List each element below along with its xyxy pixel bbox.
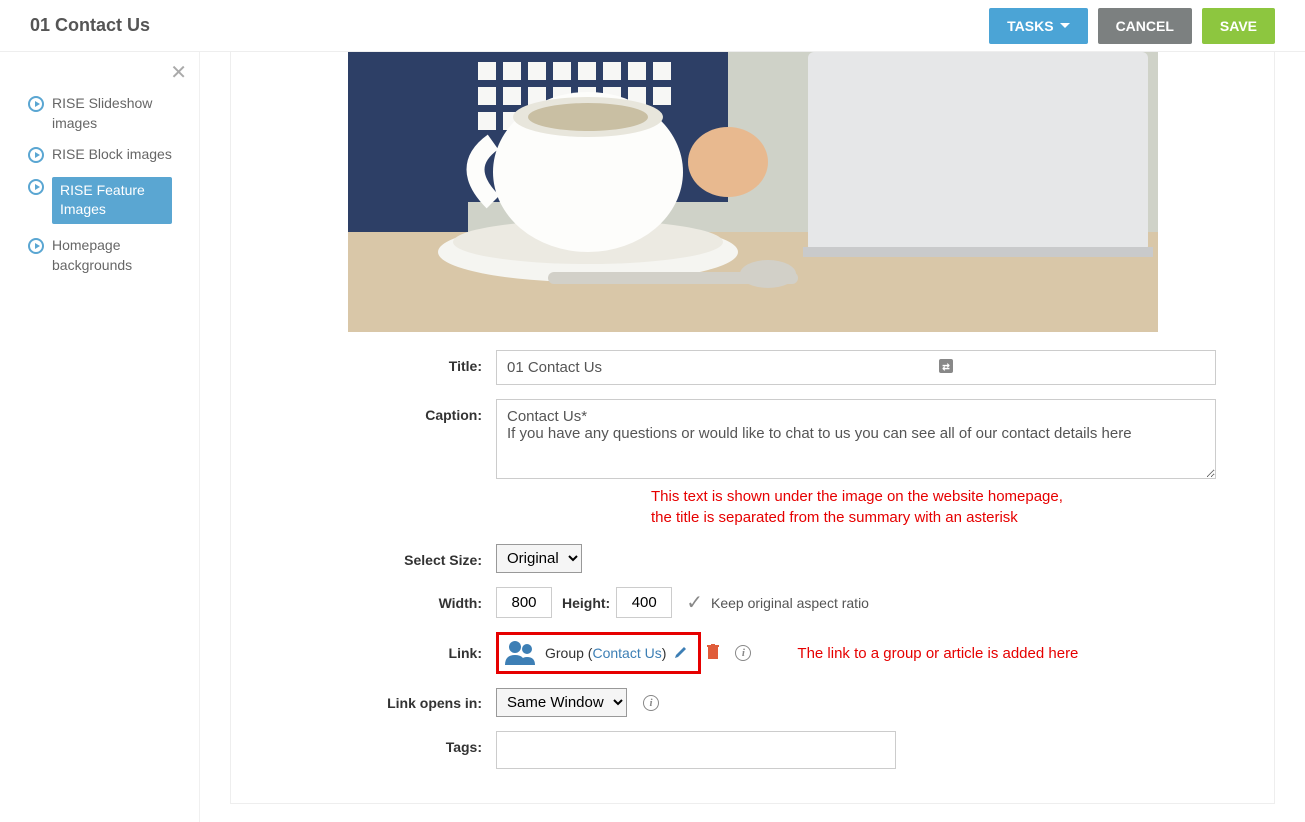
label-tags: Tags: — [241, 731, 496, 755]
caption-annotation: This text is shown under the image on th… — [651, 486, 1274, 528]
tasks-button-label: TASKS — [1007, 18, 1053, 34]
label-height: Height: — [562, 595, 610, 611]
label-link: Link: — [241, 645, 496, 661]
row-link-opens: Link opens in: Same Window i — [231, 688, 1274, 717]
row-link: Link: Group (Contact Us) — [231, 632, 1274, 674]
row-size: Select Size: Original — [231, 544, 1274, 573]
language-icon[interactable]: ⇄ — [938, 358, 954, 377]
page-header: 01 Contact Us TASKS CANCEL SAVE — [0, 0, 1305, 52]
sidebar-item-label: RISE Feature Images — [52, 177, 172, 224]
svg-text:⇄: ⇄ — [942, 362, 950, 372]
play-icon — [28, 238, 44, 254]
link-text: Group (Contact Us) — [545, 645, 666, 661]
trash-icon[interactable] — [707, 644, 719, 663]
tags-input[interactable] — [496, 731, 896, 769]
sidebar: ✕ RISE Slideshow images RISE Block image… — [0, 52, 200, 822]
sidebar-item-homepage[interactable]: Homepage backgrounds — [24, 230, 189, 281]
save-button[interactable]: SAVE — [1202, 8, 1275, 44]
check-icon[interactable]: ✓ — [686, 590, 703, 615]
aspect-ratio-label: Keep original aspect ratio — [711, 595, 869, 611]
page-title: 01 Contact Us — [30, 15, 150, 36]
link-annotation: The link to a group or article is added … — [797, 645, 1078, 662]
pencil-icon[interactable] — [674, 645, 688, 662]
title-input[interactable] — [496, 350, 1216, 385]
row-title: Title: ⇄ — [231, 350, 1274, 385]
play-icon — [28, 147, 44, 163]
group-icon — [503, 639, 537, 667]
label-size: Select Size: — [241, 544, 496, 568]
info-icon[interactable]: i — [735, 645, 751, 661]
sidebar-item-slideshow[interactable]: RISE Slideshow images — [24, 88, 189, 139]
sidebar-item-label: RISE Slideshow images — [52, 94, 172, 133]
size-select[interactable]: Original — [496, 544, 582, 573]
sidebar-list: RISE Slideshow images RISE Block images … — [24, 88, 189, 281]
row-dimensions: Width: Height: ✓ Keep original aspect ra… — [231, 587, 1274, 618]
label-link-opens: Link opens in: — [241, 695, 496, 711]
cancel-button[interactable]: CANCEL — [1098, 8, 1192, 44]
close-icon[interactable]: ✕ — [170, 60, 187, 85]
label-width: Width: — [241, 595, 496, 611]
height-input[interactable] — [616, 587, 672, 618]
link-opens-select[interactable]: Same Window — [496, 688, 627, 717]
info-icon[interactable]: i — [643, 695, 659, 711]
main-content: Title: ⇄ Caption: This text is shown und… — [200, 52, 1305, 822]
row-caption: Caption: — [231, 399, 1274, 482]
layout: ✕ RISE Slideshow images RISE Block image… — [0, 52, 1305, 822]
label-title: Title: — [241, 350, 496, 374]
play-icon — [28, 96, 44, 112]
row-tags: Tags: — [231, 731, 1274, 769]
tasks-button[interactable]: TASKS — [989, 8, 1087, 44]
sidebar-item-block[interactable]: RISE Block images — [24, 139, 189, 171]
width-input[interactable] — [496, 587, 552, 618]
caption-textarea[interactable] — [496, 399, 1216, 479]
image-preview — [348, 52, 1158, 332]
play-icon — [28, 179, 44, 195]
label-caption: Caption: — [241, 399, 496, 423]
header-buttons: TASKS CANCEL SAVE — [989, 8, 1275, 44]
link-target[interactable]: Contact Us — [592, 645, 661, 661]
sidebar-item-label: Homepage backgrounds — [52, 236, 172, 275]
link-box: Group (Contact Us) — [496, 632, 701, 674]
caret-down-icon — [1060, 23, 1070, 28]
sidebar-item-label: RISE Block images — [52, 145, 172, 165]
content-panel: Title: ⇄ Caption: This text is shown und… — [230, 52, 1275, 804]
sidebar-item-feature[interactable]: RISE Feature Images — [24, 171, 189, 230]
